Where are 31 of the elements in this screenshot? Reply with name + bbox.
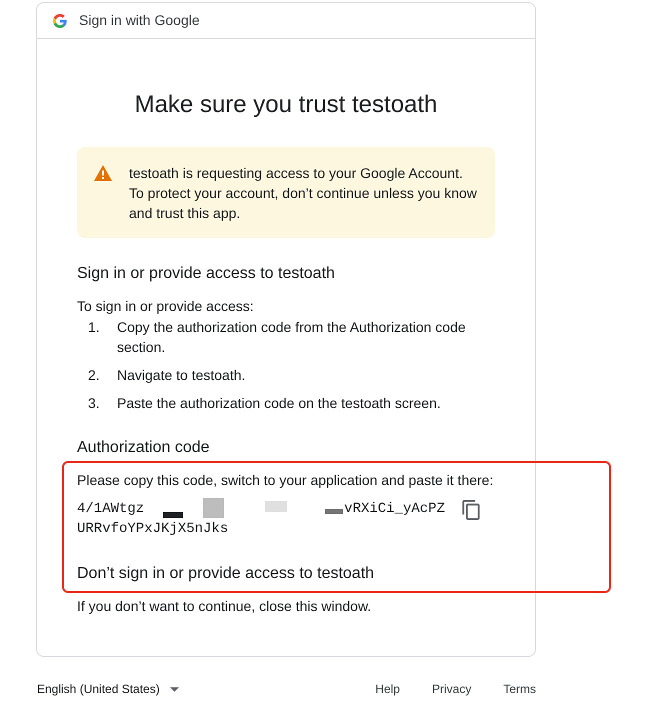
caret-icon (170, 686, 179, 692)
footer-link[interactable]: Privacy (432, 679, 472, 699)
code-text: 4/1AWtgz (77, 500, 144, 519)
section-heading: Sign in or provide access to testoath (77, 264, 336, 284)
section-text: Please copy this code, switch to your application and paste it there: (77, 471, 494, 490)
section-text: If you don’t want to continue, close this window. (77, 597, 372, 616)
code-text: vRXiCi_yAcPZ (344, 500, 445, 519)
copy-button[interactable] (461, 500, 481, 520)
redaction-block (265, 501, 288, 512)
footer-link[interactable]: Help (375, 679, 400, 699)
warning-icon (94, 165, 112, 181)
g-logo-icon (53, 14, 67, 28)
step-text: Paste the authorization code on the testoath screen. (117, 394, 441, 413)
page-title: Make sure you trust testoath (134, 90, 438, 120)
section-heading: Authorization code (77, 438, 211, 458)
redaction-block (325, 509, 344, 514)
step-number: 1. (88, 318, 101, 337)
redaction-block (163, 512, 184, 518)
footer-link[interactable]: Terms (503, 679, 536, 699)
step-text: Copy the authorization code from the Authorization code section. (117, 318, 467, 357)
code-text: URRvfoYPxJKjX5nJks (77, 520, 228, 539)
step-number: 2. (88, 366, 101, 385)
step-number: 3. (88, 394, 101, 413)
section-text: To sign in or provide access: (77, 297, 255, 316)
language-selector[interactable]: English (United States) (37, 679, 179, 699)
warning-text: testoath is requesting access to your Google Account. To protect your account, don’t continue unless you know and trust this app. (129, 164, 478, 223)
section-heading: Don’t sign in or provide access to testoath (77, 564, 376, 584)
header-title: Sign in with Google (79, 11, 200, 30)
copy-icon (462, 500, 480, 520)
step-text: Navigate to testoath. (117, 366, 246, 385)
redaction-block (203, 498, 224, 518)
